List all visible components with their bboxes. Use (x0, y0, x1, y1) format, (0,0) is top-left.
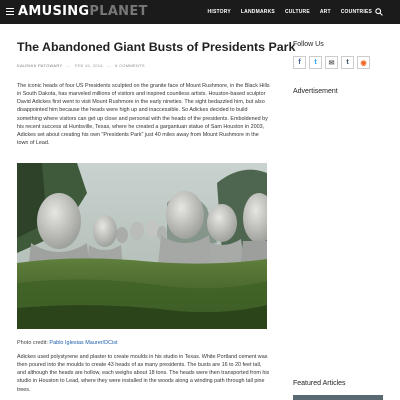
rss-icon[interactable]: ◉ (357, 56, 370, 69)
article-date: FEB 15, 2016 (74, 63, 103, 68)
sidebar: Follow Us f t ✉ t ◉ (293, 41, 383, 69)
article-title: The Abandoned Giant Busts of Presidents … (17, 40, 296, 54)
featured-heading: Featured Articles (293, 380, 346, 387)
article-paragraph-1: The iconic heads of four US Presidents s… (17, 83, 270, 147)
article-author[interactable]: KAUSHIK PATOWARY (17, 63, 62, 68)
article-paragraph-2: Adickes used polystyrene and plaster to … (17, 354, 270, 393)
tumblr-icon[interactable]: t (341, 56, 354, 69)
email-icon[interactable]: ✉ (325, 56, 338, 69)
facebook-icon[interactable]: f (293, 56, 306, 69)
follow-heading: Follow Us (293, 41, 324, 48)
nav-landmarks[interactable]: LANDMARKS (241, 9, 275, 15)
article-photo (17, 163, 267, 329)
article-meta: KAUSHIK PATOWARY — FEB 15, 2016 — 6 COMM… (17, 63, 145, 68)
site-logo[interactable]: AMUSINGPLANET (18, 4, 148, 19)
nav-countries[interactable]: COUNTRIES (341, 9, 372, 15)
featured-thumbnail[interactable] (293, 395, 383, 400)
nav-culture[interactable]: CULTURE (285, 9, 310, 15)
advertisement-heading: Advertisement (293, 88, 338, 95)
twitter-icon[interactable]: t (309, 56, 322, 69)
top-navbar: AMUSINGPLANET HISTORY LANDMARKS CULTURE … (0, 0, 400, 24)
article: The Abandoned Giant Busts of Presidents … (17, 40, 296, 147)
nav-art[interactable]: ART (320, 9, 331, 15)
nav-history[interactable]: HISTORY (208, 9, 231, 15)
photo-credit: Photo credit: Pablo Iglesias Maurer/DCis… (17, 340, 118, 346)
photo-credit-link[interactable]: Pablo Iglesias Maurer/DCist (49, 340, 117, 346)
menu-icon[interactable] (6, 8, 14, 15)
main-nav: HISTORY LANDMARKS CULTURE ART COUNTRIES (208, 0, 372, 24)
article-comments[interactable]: 6 COMMENTS (115, 63, 145, 68)
social-links: f t ✉ t ◉ (293, 56, 383, 69)
search-icon[interactable] (375, 8, 383, 16)
